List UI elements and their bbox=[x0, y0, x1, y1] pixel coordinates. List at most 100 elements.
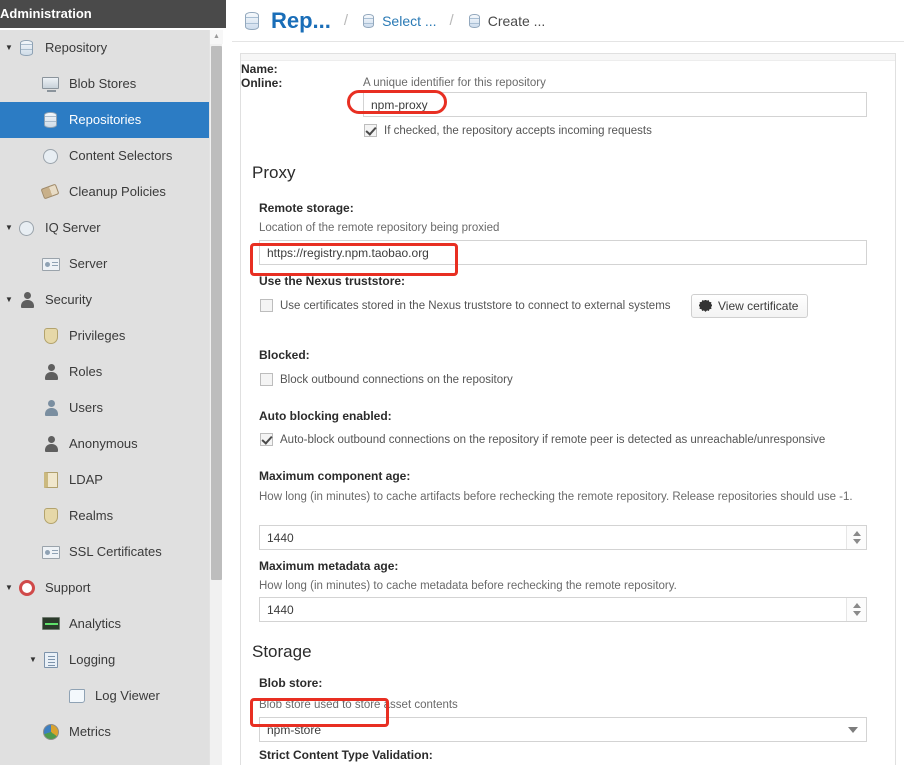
ldap-icon bbox=[40, 470, 62, 490]
content-selector-icon bbox=[40, 146, 62, 166]
sidebar-item-privileges[interactable]: Privileges bbox=[0, 318, 209, 354]
max-component-age-help-text: How long (in minutes) to cache artifacts… bbox=[259, 491, 853, 503]
chevron-down-icon[interactable]: ▼ bbox=[26, 642, 40, 678]
online-checkbox[interactable] bbox=[364, 124, 377, 137]
stepper-down-icon[interactable] bbox=[853, 539, 861, 544]
sidebar-item-users[interactable]: Users bbox=[0, 390, 209, 426]
name-help-text: A unique identifier for this repository bbox=[363, 77, 546, 89]
breadcrumb-middle-label: Select ... bbox=[382, 12, 437, 29]
sidebar-item-label: Cleanup Policies bbox=[69, 184, 166, 199]
sidebar-nav-list: ▼ Repository Blob Stores Repositories Conten… bbox=[0, 30, 209, 765]
proxy-section-title: Proxy bbox=[252, 163, 296, 182]
sidebar-item-repositories[interactable]: Repositories bbox=[0, 102, 209, 138]
analytics-icon bbox=[40, 614, 62, 634]
max-component-age-input[interactable] bbox=[259, 525, 867, 550]
sidebar-item-content-selectors[interactable]: Content Selectors bbox=[0, 138, 209, 174]
database-icon bbox=[467, 13, 483, 29]
logging-icon bbox=[40, 650, 62, 670]
blob-store-value[interactable] bbox=[259, 717, 867, 742]
sidebar-item-realms[interactable]: Realms bbox=[0, 498, 209, 534]
sidebar-item-ldap[interactable]: LDAP bbox=[0, 462, 209, 498]
roles-icon bbox=[40, 362, 62, 382]
remote-storage-help-text: Location of the remote repository being … bbox=[259, 222, 500, 234]
sidebar-item-blob-stores[interactable]: Blob Stores bbox=[0, 66, 209, 102]
form-card-top-strip bbox=[241, 54, 895, 61]
view-certificate-button[interactable]: View certificate bbox=[691, 294, 809, 318]
cleanup-brush-icon bbox=[40, 182, 62, 202]
sidebar-item-ssl-certificates[interactable]: SSL Certificates bbox=[0, 534, 209, 570]
users-icon bbox=[40, 398, 62, 418]
administration-header: Administration bbox=[0, 0, 226, 28]
sidebar-item-support[interactable]: ▼ Support bbox=[0, 570, 209, 606]
truststore-checkbox[interactable] bbox=[260, 299, 273, 312]
sidebar-item-cleanup-policies[interactable]: Cleanup Policies bbox=[0, 174, 209, 210]
breadcrumb-select-recipe[interactable]: Select ... bbox=[361, 12, 437, 29]
stepper-up-icon[interactable] bbox=[853, 531, 861, 536]
chevron-down-icon[interactable]: ▼ bbox=[2, 210, 16, 246]
sidebar-item-label: Metrics bbox=[69, 724, 111, 739]
nexus-repository-manager-window: Administration ▼ Repository Blob Stores Rep… bbox=[0, 0, 904, 765]
max-component-age-stepper[interactable] bbox=[846, 526, 866, 549]
sidebar-item-label: SSL Certificates bbox=[69, 544, 162, 559]
database-icon bbox=[16, 38, 38, 58]
breadcrumb-root[interactable]: Rep... bbox=[241, 8, 331, 34]
sidebar-item-label: Support bbox=[45, 580, 91, 595]
auto-blocking-checkbox-text: Auto-block outbound connections on the r… bbox=[280, 434, 826, 446]
sidebar-item-label: IQ Server bbox=[45, 220, 101, 235]
max-metadata-age-stepper[interactable] bbox=[846, 598, 866, 621]
create-repository-form: Name: A unique identifier for this repos… bbox=[241, 62, 895, 765]
sidebar-item-label: Log Viewer bbox=[95, 688, 160, 703]
sidebar-item-label: Realms bbox=[69, 508, 114, 523]
auto-blocking-label: Auto blocking enabled: bbox=[259, 409, 392, 423]
breadcrumb-create-current: Create ... bbox=[467, 12, 546, 29]
truststore-label: Use the Nexus truststore: bbox=[259, 274, 406, 288]
chevron-down-icon[interactable] bbox=[848, 727, 858, 733]
breadcrumb: Rep... / Select ... / Create ... bbox=[232, 0, 904, 42]
name-input[interactable] bbox=[363, 92, 867, 117]
view-certificate-label: View certificate bbox=[718, 299, 799, 313]
sidebar-item-log-viewer[interactable]: Log Viewer bbox=[0, 678, 209, 714]
max-metadata-age-input[interactable] bbox=[259, 597, 867, 622]
metrics-pie-icon bbox=[40, 722, 62, 742]
sidebar: Administration ▼ Repository Blob Stores Rep… bbox=[0, 0, 232, 765]
max-metadata-age-field[interactable] bbox=[259, 597, 867, 622]
realms-shield-icon bbox=[40, 506, 62, 526]
chevron-down-icon[interactable]: ▼ bbox=[2, 282, 16, 318]
certificate-seal-icon bbox=[699, 299, 712, 312]
stepper-down-icon[interactable] bbox=[853, 611, 861, 616]
sidebar-scrollbar[interactable]: ▲ bbox=[209, 30, 223, 765]
max-metadata-age-help-text: How long (in minutes) to cache metadata … bbox=[259, 580, 677, 592]
chevron-down-icon[interactable]: ▼ bbox=[2, 570, 16, 606]
sidebar-item-logging[interactable]: ▼ Logging bbox=[0, 642, 209, 678]
max-component-age-field[interactable] bbox=[259, 525, 867, 550]
scroll-up-arrow-icon[interactable]: ▲ bbox=[210, 30, 223, 44]
chevron-down-icon[interactable]: ▼ bbox=[2, 30, 16, 66]
blob-store-select[interactable] bbox=[259, 717, 867, 742]
sidebar-item-metrics[interactable]: Metrics bbox=[0, 714, 209, 750]
max-component-age-label: Maximum component age: bbox=[259, 469, 411, 483]
sidebar-item-label: Logging bbox=[69, 652, 116, 667]
sidebar-item-label: Roles bbox=[69, 364, 103, 379]
sidebar-scrollbar-thumb[interactable] bbox=[211, 46, 222, 580]
privileges-icon bbox=[40, 326, 62, 346]
online-checkbox-text: If checked, the repository accepts incom… bbox=[384, 125, 652, 137]
sidebar-item-repository[interactable]: ▼ Repository bbox=[0, 30, 209, 66]
breadcrumb-current-label: Create ... bbox=[487, 12, 546, 29]
blocked-checkbox-text: Block outbound connections on the reposi… bbox=[280, 374, 513, 386]
sidebar-item-server[interactable]: Server bbox=[0, 246, 209, 282]
sidebar-item-security[interactable]: ▼ Security bbox=[0, 282, 209, 318]
remote-storage-input[interactable] bbox=[259, 240, 867, 265]
stepper-up-icon[interactable] bbox=[853, 603, 861, 608]
sidebar-item-roles[interactable]: Roles bbox=[0, 354, 209, 390]
sidebar-item-iq-server[interactable]: ▼ IQ Server bbox=[0, 210, 209, 246]
strict-content-type-label: Strict Content Type Validation: bbox=[259, 748, 433, 762]
create-repository-form-card: Name: A unique identifier for this repos… bbox=[240, 53, 896, 765]
ssl-certificate-icon bbox=[40, 542, 62, 562]
sidebar-item-anonymous[interactable]: Anonymous bbox=[0, 426, 209, 462]
security-icon bbox=[16, 290, 38, 310]
sidebar-item-analytics[interactable]: Analytics bbox=[0, 606, 209, 642]
blocked-checkbox[interactable] bbox=[260, 373, 273, 386]
sidebar-item-label: Repository bbox=[45, 40, 108, 55]
auto-blocking-checkbox[interactable] bbox=[260, 433, 273, 446]
iq-server-icon bbox=[16, 218, 38, 238]
